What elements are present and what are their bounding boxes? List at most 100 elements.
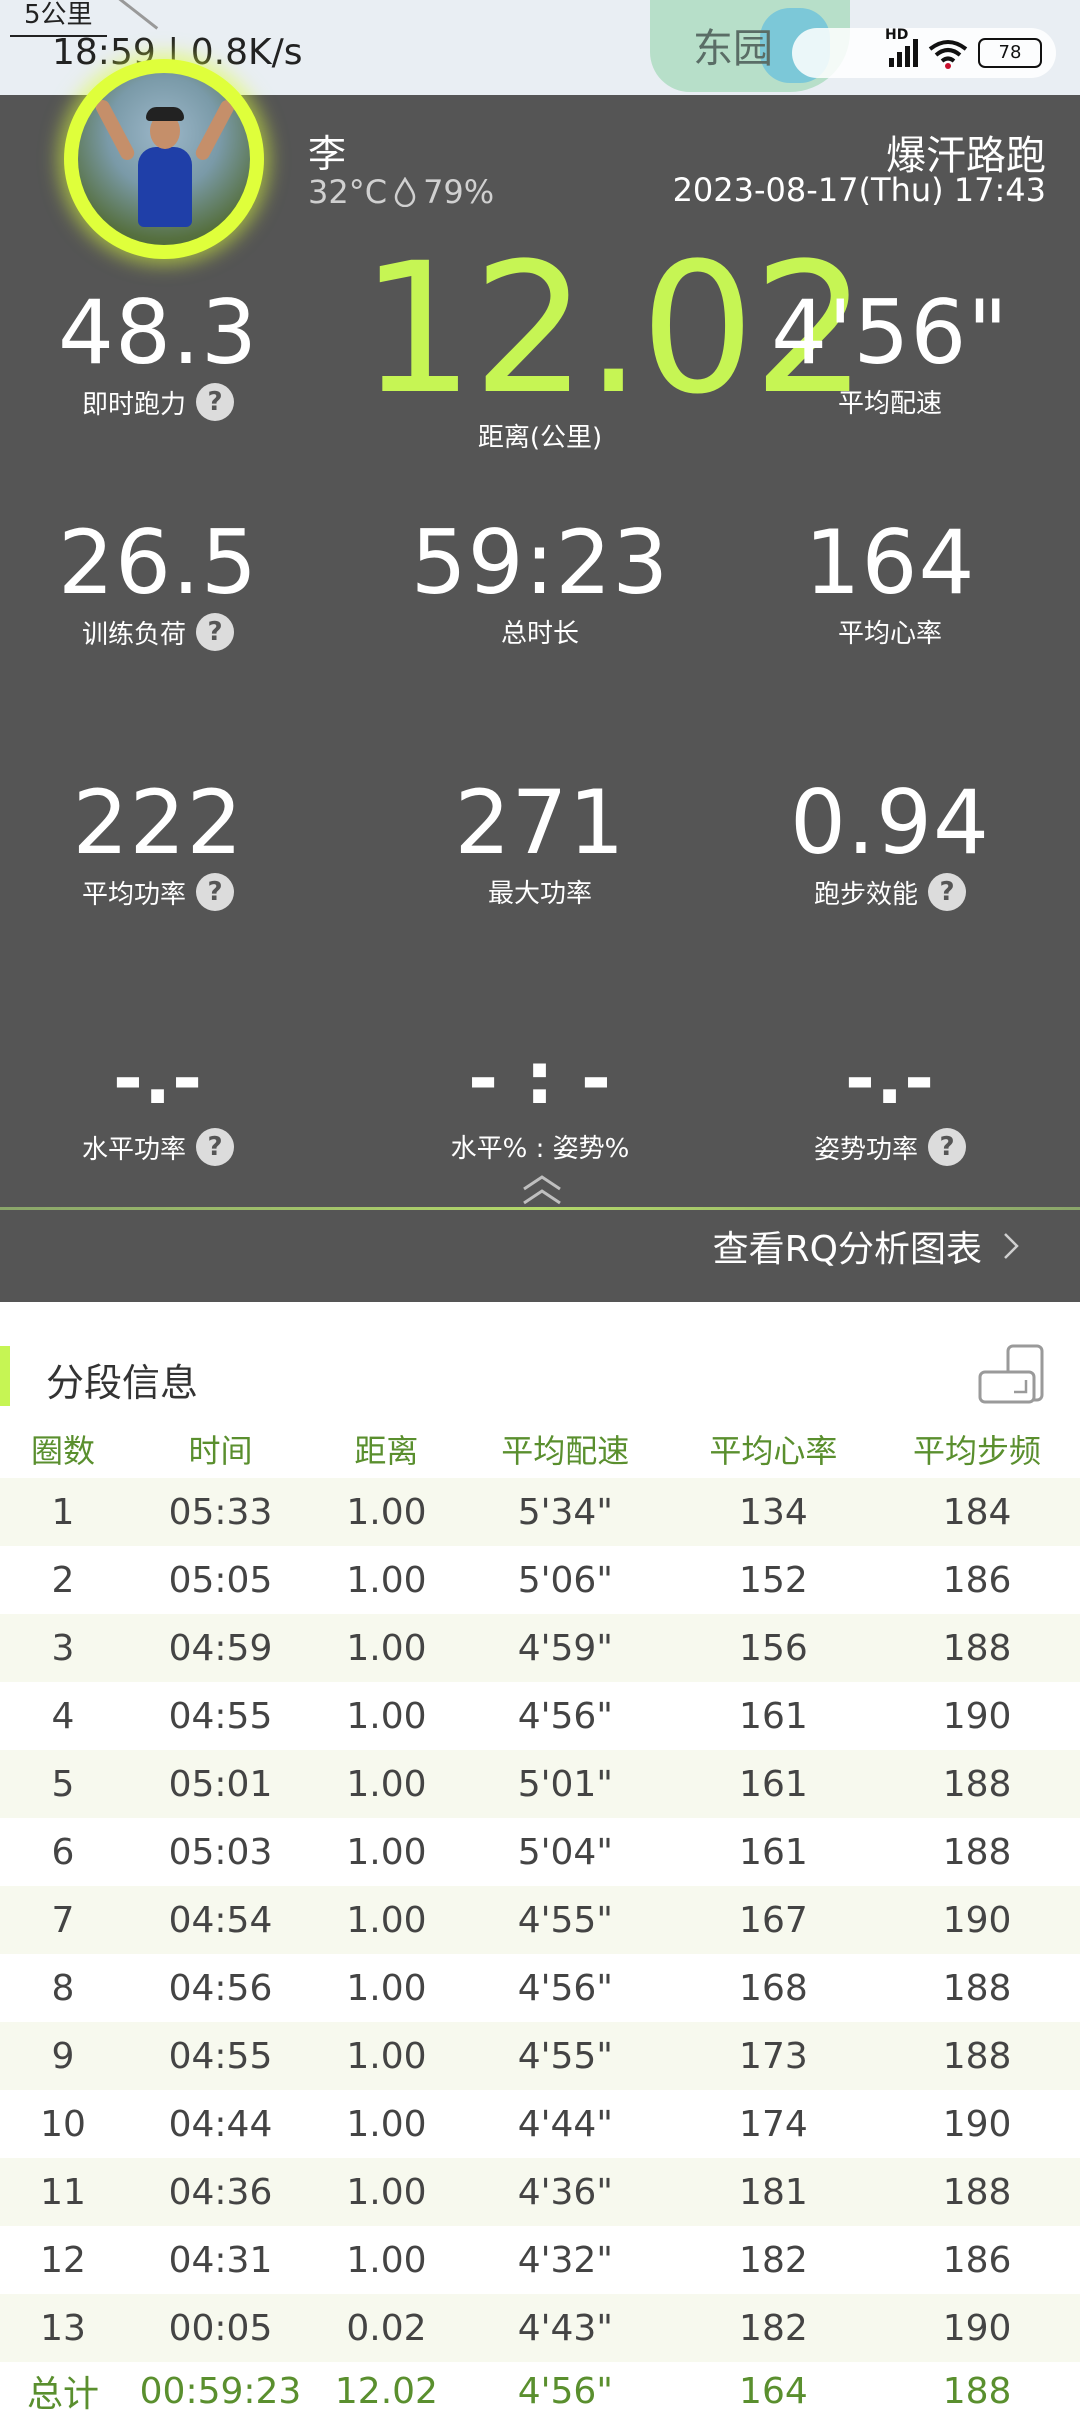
avatar-cap: [146, 107, 184, 121]
cell-signal-icon: HD: [885, 27, 918, 67]
stat-value: 26.5: [58, 511, 258, 614]
total-cell: 12.02: [334, 2370, 438, 2412]
table-row: 10 04:44 1.00 4'44" 174 190: [0, 2090, 1080, 2158]
stat-avg-pace: 4'56" 平均配速: [710, 285, 1070, 420]
help-icon[interactable]: ?: [928, 873, 966, 911]
table-cell: 0.02: [314, 2294, 458, 2362]
table-cell: 188: [874, 2022, 1080, 2090]
collapse-chevron-icon[interactable]: [520, 1173, 564, 1207]
screen-rotate-icon[interactable]: [978, 1344, 1048, 1406]
total-cell: 00:59:23: [139, 2370, 302, 2412]
avatar-arm: [93, 97, 137, 163]
stat-h-ratio: - : - 水平% : 姿势%: [360, 1030, 720, 1165]
table-cell: 9: [0, 2022, 126, 2090]
stat-avg-hr: 164 平均心率: [710, 515, 1070, 650]
help-icon[interactable]: ?: [196, 873, 234, 911]
table-cell: 11: [0, 2158, 126, 2226]
hd-badge: HD: [885, 27, 909, 43]
table-cell: 04:59: [125, 1614, 315, 1682]
table-cell: 3: [0, 1614, 126, 1682]
table-cell: 05:33: [125, 1478, 315, 1546]
column-header: 平均配速: [501, 1432, 630, 1470]
table-cell: 182: [739, 2239, 808, 2281]
stat-label: 姿势功率 ?: [710, 1128, 1070, 1166]
table-header-row: 圈数 时间 距离 平均配速 平均心率 平均步频: [0, 1420, 1080, 1478]
avatar-arm: [193, 97, 237, 163]
stat-value: - : -: [468, 1036, 612, 1120]
table-cell: 190: [874, 2294, 1080, 2362]
table-cell: 184: [874, 1478, 1080, 1546]
stat-value: 164: [804, 511, 976, 614]
stat-label: 平均心率: [710, 613, 1070, 650]
table-cell: 173: [672, 2022, 875, 2090]
table-cell: 167: [672, 1886, 875, 1954]
help-icon[interactable]: ?: [196, 613, 234, 651]
table-cell: 1.00: [346, 2239, 427, 2281]
stat-label: 跑步效能 ?: [710, 873, 1070, 911]
weather-info: 32°C 79%: [308, 173, 494, 211]
segment-table-footer: 总计 00:59:23 12.02 4'56" 164 188: [0, 2362, 1080, 2420]
table-cell: 4: [51, 1695, 75, 1737]
table-cell: 4'55": [457, 2022, 673, 2090]
table-cell: 00:05: [125, 2294, 315, 2362]
status-icons: HD 78: [792, 27, 1056, 78]
table-row: 12 04:31 1.00 4'32" 182 186: [0, 2226, 1080, 2294]
table-cell: 1.00: [314, 1886, 458, 1954]
stat-horizontal-power: -.- 水平功率 ?: [0, 1030, 338, 1166]
table-cell: 188: [874, 1614, 1080, 1682]
table-cell: 05:03: [168, 1831, 273, 1873]
column-header: 平均心率: [709, 1432, 838, 1470]
table-cell: 04:54: [125, 1886, 315, 1954]
table-cell: 5'01": [457, 1750, 673, 1818]
table-cell: 04:56: [168, 1967, 273, 2009]
table-cell: 04:36: [125, 2158, 315, 2226]
table-cell: 8: [51, 1967, 75, 2009]
table-cell: 4'44": [517, 2103, 613, 2145]
stat-value: 0.94: [790, 771, 990, 874]
table-cell: 4'59": [457, 1614, 673, 1682]
table-cell: 7: [0, 1886, 126, 1954]
table-row: 6 05:03 1.00 5'04" 161 188: [0, 1818, 1080, 1886]
table-cell: 134: [672, 1478, 875, 1546]
table-cell: 5'34": [457, 1478, 673, 1546]
table-cell: 186: [942, 2239, 1012, 2281]
help-icon[interactable]: ?: [196, 383, 234, 421]
table-cell: 4'43": [457, 2294, 673, 2362]
avatar[interactable]: [64, 59, 264, 259]
temperature: 32°C: [308, 173, 388, 211]
segment-section: 分段信息 圈数 时间 距离 平均配速 平均心率 平均步频 1 05:33 1.00 5'34" 1…: [0, 1318, 1080, 2415]
stat-value: 4'56": [771, 281, 1009, 384]
stat-label: 平均功率 ?: [0, 873, 338, 911]
stat-max-power: 271 最大功率: [360, 775, 720, 910]
table-cell: 188: [942, 1831, 1012, 1873]
table-cell: 1.00: [314, 2022, 458, 2090]
stat-total-time: 59:23 总时长: [360, 515, 720, 650]
table-row: 2 05:05 1.00 5'06" 152 186: [0, 1546, 1080, 1614]
stat-label: 水平功率 ?: [0, 1128, 338, 1166]
rq-link-label: 查看RQ分析图表: [712, 1229, 982, 1270]
table-cell: 05:05: [168, 1559, 273, 1601]
table-cell: 4'36": [457, 2158, 673, 2226]
table-cell: 186: [942, 1559, 1012, 1601]
table-cell: 2: [51, 1559, 75, 1601]
stat-label-text: 平均功率: [81, 879, 186, 910]
table-cell: 04:55: [125, 2022, 315, 2090]
table-cell: 161: [739, 1831, 808, 1873]
humidity-drop-icon: [393, 177, 417, 207]
stat-training-load: 26.5 训练负荷 ?: [0, 515, 338, 651]
panel-divider: [0, 1207, 1080, 1210]
table-cell: 188: [942, 1967, 1012, 2009]
rq-analysis-link[interactable]: 查看RQ分析图表: [713, 1220, 1020, 1272]
avatar-body: [138, 147, 192, 227]
table-cell: 168: [739, 1967, 808, 2009]
column-header: 圈数: [30, 1432, 95, 1470]
table-row: 9 04:55 1.00 4'55" 173 188: [0, 2022, 1080, 2090]
table-cell: 161: [739, 1695, 808, 1737]
avatar-photo: [78, 73, 250, 245]
table-cell: 04:44: [168, 2103, 273, 2145]
table-cell: 4'56": [517, 1695, 613, 1737]
help-icon[interactable]: ?: [928, 1128, 966, 1166]
help-icon[interactable]: ?: [196, 1128, 234, 1166]
stat-label: 训练负荷 ?: [0, 613, 338, 651]
stat-label-text: 即时跑力: [81, 389, 186, 420]
